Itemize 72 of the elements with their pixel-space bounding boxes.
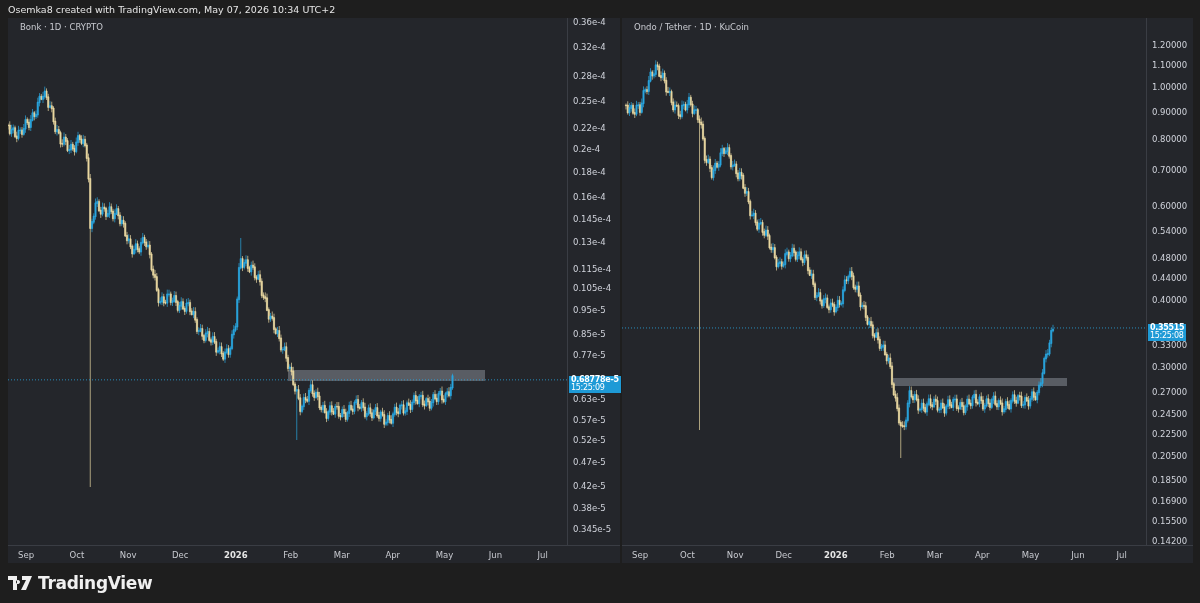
price-label: 0.60000 — [1152, 201, 1188, 212]
date-label: Oct — [680, 549, 695, 560]
date-label: May — [435, 549, 454, 560]
chart-title: Ondo / Tether · 1D · KuCoin — [634, 22, 749, 32]
price-label: 0.40000 — [1152, 295, 1188, 306]
last-price-tag: 0.35515 15:25:08 — [1148, 323, 1187, 341]
price-label: 0.38e-5 — [573, 503, 606, 514]
price-label: 0.24500 — [1152, 409, 1188, 420]
price-label: 0.105e-4 — [573, 283, 612, 294]
date-label: Nov — [119, 549, 137, 560]
brand-name: TradingView — [38, 573, 153, 593]
price-label: 0.90000 — [1152, 106, 1188, 117]
date-label: Sep — [18, 549, 35, 560]
price-label: 0.47e-5 — [573, 457, 606, 468]
price-label: 0.70000 — [1152, 165, 1188, 176]
date-label: 2026 — [223, 549, 248, 560]
price-label: 0.30000 — [1152, 362, 1188, 373]
date-label: Apr — [385, 549, 401, 560]
price-label: 0.48000 — [1152, 252, 1188, 263]
price-label: 0.22500 — [1152, 429, 1188, 440]
price-label: 0.145e-4 — [573, 213, 612, 224]
attribution-text: Osemka8 created with TradingView.com, May 07, 2026 10:34 UTC+2 — [8, 3, 336, 15]
price-label: 0.63e-5 — [573, 393, 606, 404]
price-label: 0.95e-5 — [573, 305, 606, 315]
chart-title: Bonk · 1D · CRYPTO — [20, 22, 103, 32]
price-label: 0.15500 — [1152, 515, 1188, 526]
price-label: 0.80000 — [1152, 134, 1188, 145]
date-label: Feb — [283, 549, 299, 560]
price-label: 0.16900 — [1152, 495, 1188, 506]
price-label: 0.32e-4 — [573, 42, 606, 53]
price-label: 0.57e-5 — [573, 415, 606, 426]
price-label: 0.44000 — [1152, 273, 1188, 284]
price-label: 0.20500 — [1152, 450, 1188, 461]
price-label: 0.16e-4 — [573, 192, 606, 203]
date-label: Oct — [69, 549, 85, 560]
price-label: 1.20000 — [1152, 40, 1188, 50]
price-label: 0.13e-4 — [573, 237, 606, 248]
price-label: 0.2e-4 — [573, 144, 601, 155]
date-label: Jun — [1071, 549, 1085, 560]
logo-icon — [8, 576, 32, 590]
date-label: Jul — [537, 549, 548, 560]
last-price-tag: 0.68778e-5 15:25:09 — [569, 375, 621, 393]
price-label: 0.85e-5 — [573, 329, 606, 340]
price-label: 1.00000 — [1152, 82, 1188, 93]
price-label: 0.52e-5 — [573, 435, 606, 446]
price-label: 0.345e-5 — [573, 524, 612, 534]
price-label: 0.18e-4 — [573, 166, 606, 177]
date-label: Feb — [879, 549, 895, 560]
price-label: 0.54000 — [1152, 225, 1188, 236]
price-label: 0.115e-4 — [573, 263, 612, 274]
price-label: 1.10000 — [1152, 60, 1188, 71]
date-label: Jul — [1116, 549, 1127, 560]
price-label: 0.18500 — [1152, 474, 1188, 485]
price-label: 0.33000 — [1152, 340, 1188, 350]
price-label: 0.28e-4 — [573, 71, 606, 82]
date-label: Jun — [488, 549, 503, 560]
date-label: Sep — [632, 549, 649, 560]
date-label: Apr — [974, 549, 990, 560]
price-label: 0.77e-5 — [573, 350, 606, 361]
date-label: Nov — [726, 549, 744, 560]
date-label: May — [1021, 549, 1040, 560]
price-label: 0.25e-4 — [573, 95, 606, 106]
price-label: 0.14200 — [1152, 536, 1188, 546]
price-label: 0.42e-5 — [573, 481, 606, 492]
date-label: 2026 — [823, 549, 848, 560]
price-label: 0.36e-4 — [573, 17, 606, 27]
date-label: Dec — [171, 549, 189, 560]
price-label: 0.27000 — [1152, 386, 1188, 397]
price-label: 0.22e-4 — [573, 123, 606, 134]
date-label: Mar — [333, 549, 350, 560]
date-label: Dec — [775, 549, 792, 560]
date-label: Mar — [926, 549, 943, 560]
